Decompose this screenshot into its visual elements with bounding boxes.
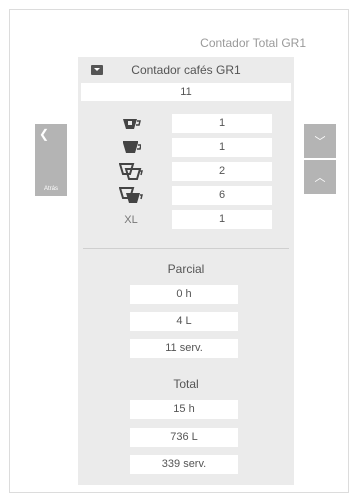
counter-value: 1 bbox=[172, 114, 272, 133]
scroll-up-button[interactable]: ﹀ bbox=[304, 124, 336, 158]
counter-value: 2 bbox=[172, 162, 272, 181]
counter-row: XL 1 bbox=[78, 210, 294, 229]
parcial-services: 11 serv. bbox=[130, 339, 238, 358]
panel-title: Contador cafés GR1 bbox=[131, 63, 241, 77]
total-hours: 15 h bbox=[130, 400, 238, 419]
parcial-liters: 4 L bbox=[130, 312, 238, 331]
small-cup-icon bbox=[116, 114, 146, 133]
chevron-up-icon: ﹀ bbox=[314, 136, 326, 148]
total-title: Total bbox=[173, 377, 199, 391]
divider bbox=[83, 248, 289, 249]
back-button[interactable]: ❮ Atrás bbox=[35, 124, 67, 196]
counter-value: 1 bbox=[172, 210, 272, 229]
total-liters: 736 L bbox=[130, 428, 238, 447]
counter-row: 2 bbox=[78, 162, 294, 181]
parcial-title: Parcial bbox=[167, 262, 205, 276]
back-label: Atrás bbox=[43, 186, 58, 192]
counter-row: 1 bbox=[78, 138, 294, 157]
counter-value: 1 bbox=[172, 138, 272, 157]
counter-row: 6 bbox=[78, 186, 294, 205]
screen-title: Contador Total GR1 bbox=[200, 36, 306, 50]
coffee-counter-panel: Contador cafés GR1 11 1 1 2 6 XL 1 Parci… bbox=[78, 57, 294, 485]
counter-row: 1 bbox=[78, 114, 294, 133]
medium-cup-icon bbox=[116, 138, 146, 157]
counter-value: 6 bbox=[172, 186, 272, 205]
double-cup-large-icon bbox=[116, 186, 146, 205]
chevron-down-icon: ︿ bbox=[314, 172, 326, 184]
panel-header[interactable]: Contador cafés GR1 bbox=[78, 57, 294, 83]
parcial-hours: 0 h bbox=[130, 285, 238, 304]
total-coffees-value: 11 bbox=[81, 83, 291, 101]
collapse-icon[interactable] bbox=[91, 65, 103, 75]
scroll-down-button[interactable]: ︿ bbox=[304, 160, 336, 194]
double-cup-icon bbox=[116, 162, 146, 181]
total-services: 339 serv. bbox=[130, 455, 238, 474]
xl-label: XL bbox=[124, 213, 138, 226]
chevron-left-icon: ❮ bbox=[39, 127, 50, 141]
